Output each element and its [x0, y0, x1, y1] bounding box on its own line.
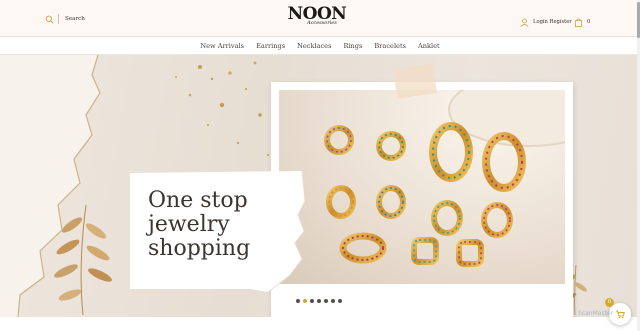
- header-cart[interactable]: 0: [574, 12, 590, 31]
- search-icon: [45, 9, 54, 28]
- headline-line-3: shopping: [148, 236, 251, 261]
- user-icon: [520, 12, 533, 31]
- product-photo-frame: [271, 82, 573, 317]
- jewelry-photo: [279, 90, 565, 284]
- nav-item-anklet[interactable]: Anklet: [418, 42, 440, 50]
- slider-dot-4[interactable]: [317, 299, 321, 303]
- headline-card: One stop jewelry shopping: [130, 171, 305, 296]
- nav-item-necklaces[interactable]: Necklaces: [297, 42, 331, 50]
- slider-dot-7[interactable]: [338, 299, 342, 303]
- slider-dot-1[interactable]: [296, 299, 300, 303]
- tape-decoration: [393, 63, 437, 99]
- watermark-text: ScanMaster: [578, 310, 614, 317]
- site-header: Search NOON Accessories Login Register 0: [0, 0, 640, 36]
- account-link[interactable]: Login Register: [520, 12, 572, 31]
- nav-item-bracelets[interactable]: Bracelets: [374, 42, 406, 50]
- nav-item-earrings[interactable]: Earrings: [256, 42, 285, 50]
- headline-line-2: jewelry: [148, 212, 230, 237]
- slider-pagination: [296, 299, 345, 303]
- search-trigger[interactable]: Search: [45, 12, 85, 25]
- leaf-branch-decoration: [54, 205, 112, 315]
- earrings-illustration: [324, 90, 565, 267]
- slider-dot-5[interactable]: [324, 299, 328, 303]
- cart-count: 0: [587, 18, 591, 25]
- hero-banner[interactable]: One stop jewelry shopping: [0, 55, 637, 317]
- nav-item-rings[interactable]: Rings: [343, 42, 362, 50]
- logo-subtitle: Accessories: [307, 20, 337, 26]
- slider-dot-6[interactable]: [331, 299, 335, 303]
- slider-dot-3[interactable]: [310, 299, 314, 303]
- headline-line-1: One stop: [148, 188, 248, 213]
- main-nav: New Arrivals Earrings Necklaces Rings Br…: [0, 36, 640, 55]
- search-label: Search: [65, 15, 85, 22]
- floating-cart-count: 0: [605, 298, 614, 307]
- shopping-bag-icon: [574, 12, 587, 31]
- account-label: Login Register: [533, 18, 572, 25]
- search-divider: [58, 13, 59, 24]
- brand-logo[interactable]: NOON Accessories: [285, 4, 349, 32]
- nav-item-new-arrivals[interactable]: New Arrivals: [200, 42, 244, 50]
- hero-headline: One stop jewelry shopping: [148, 189, 298, 261]
- slider-dot-2[interactable]: [303, 299, 307, 303]
